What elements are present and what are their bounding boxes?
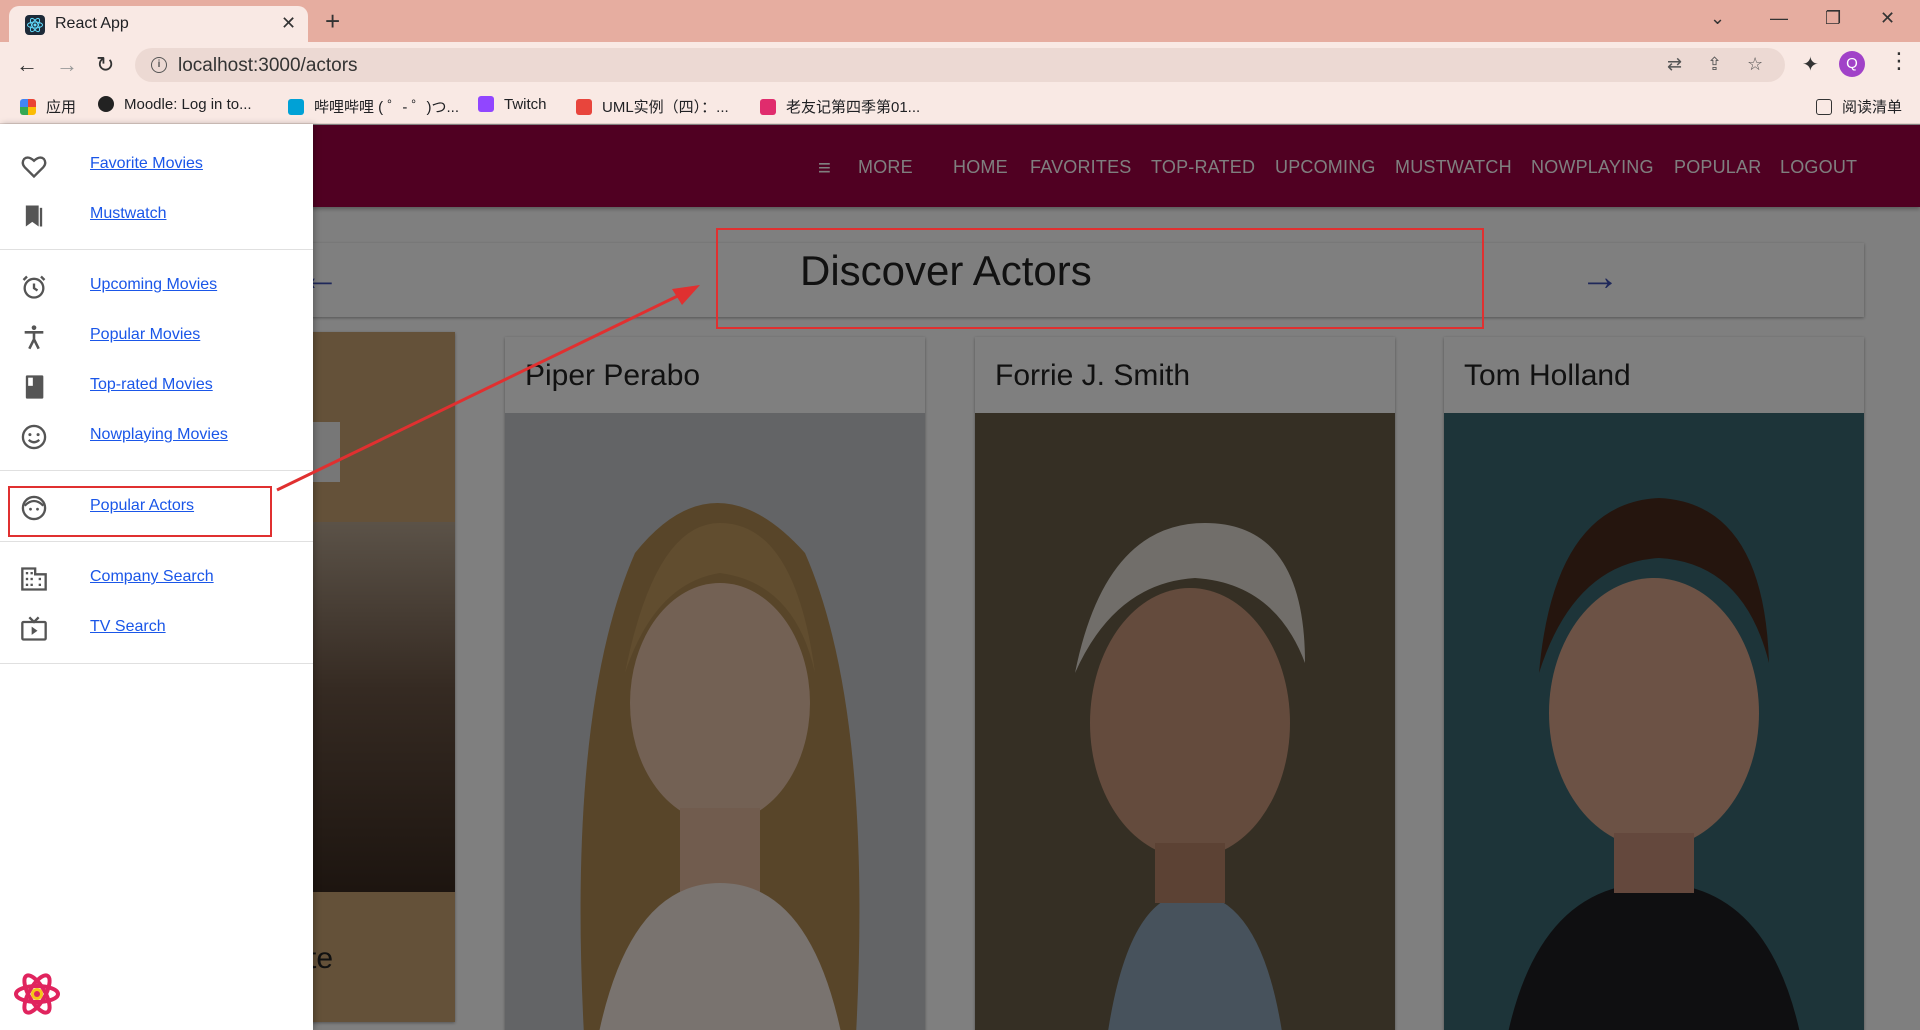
- reading-list-icon: [1815, 99, 1832, 115]
- reading-list[interactable]: 阅读清单: [1815, 96, 1902, 117]
- twitch-icon: [478, 96, 494, 112]
- bookmark-friends[interactable]: 老友记第四季第01...: [760, 96, 920, 117]
- bookmark-uml[interactable]: UML实例（四）：...: [576, 96, 729, 117]
- side-drawer: Favorite Movies Mustwatch Upcoming Movie…: [0, 124, 313, 1030]
- profile-avatar[interactable]: Q: [1839, 51, 1865, 77]
- tab-close-icon[interactable]: ✕: [281, 13, 296, 34]
- drawer-item-mustwatch[interactable]: Mustwatch: [0, 190, 313, 240]
- minimize-icon[interactable]: —: [1770, 8, 1788, 29]
- bookmark-apps[interactable]: 应用: [20, 96, 76, 117]
- drawer-item-label[interactable]: Top-rated Movies: [90, 376, 213, 394]
- drawer-divider: [0, 249, 313, 250]
- building-icon: [20, 565, 48, 593]
- browser-toolbar: ← → ↻ i localhost:3000/actors ⇄ ⇪ ☆: [0, 42, 1920, 88]
- bookmark-bilibili[interactable]: 哔哩哔哩 ( ゜- ゜)つ...: [288, 96, 459, 117]
- drawer-divider: [0, 470, 313, 471]
- drawer-item-popular-movies[interactable]: Popular Movies: [0, 311, 313, 361]
- bookmark-star-icon[interactable]: ☆: [1747, 54, 1763, 75]
- smiley-icon: [20, 423, 48, 451]
- alarm-icon: [20, 273, 48, 301]
- browser-tab[interactable]: React App ✕: [9, 6, 308, 42]
- accessibility-icon: [20, 323, 48, 351]
- drawer-item-label[interactable]: Company Search: [90, 568, 214, 586]
- tv-icon: [20, 615, 48, 643]
- drawer-divider: [0, 541, 313, 542]
- bookmarks-bar: 应用 Moodle: Log in to... 哔哩哔哩 ( ゜- ゜)つ...…: [0, 88, 1920, 124]
- drawer-item-label[interactable]: Mustwatch: [90, 205, 166, 223]
- browser-menu-icon[interactable]: ⋮: [1888, 48, 1910, 74]
- annotation-highlight-box: [8, 486, 272, 537]
- book-icon: [20, 373, 48, 401]
- site-info-icon[interactable]: i: [151, 57, 167, 73]
- forward-icon[interactable]: →: [56, 52, 78, 78]
- drawer-item-label[interactable]: Popular Movies: [90, 326, 200, 344]
- globe-icon: [98, 96, 114, 112]
- tab-title: React App: [55, 15, 129, 32]
- video-site-icon: [760, 99, 776, 115]
- back-icon[interactable]: ←: [16, 52, 38, 78]
- reload-icon[interactable]: ↻: [96, 52, 114, 78]
- drawer-item-label[interactable]: Upcoming Movies: [90, 276, 217, 294]
- tab-search-icon[interactable]: ⌄: [1710, 8, 1725, 29]
- drawer-item-favorite-movies[interactable]: Favorite Movies: [0, 140, 313, 190]
- drawer-item-top-rated-movies[interactable]: Top-rated Movies: [0, 361, 313, 411]
- bookmark-moodle[interactable]: Moodle: Log in to...: [98, 96, 252, 113]
- bookmark-twitch[interactable]: Twitch: [478, 96, 547, 113]
- url-text[interactable]: localhost:3000/actors: [178, 55, 358, 77]
- drawer-item-nowplaying-movies[interactable]: Nowplaying Movies: [0, 411, 313, 461]
- restore-icon[interactable]: ❐: [1825, 8, 1841, 29]
- drawer-divider: [0, 663, 313, 664]
- bilibili-icon: [288, 99, 304, 115]
- bookmark-icon: [20, 202, 48, 230]
- drawer-item-upcoming-movies[interactable]: Upcoming Movies: [0, 261, 313, 311]
- annotation-highlight-box: [716, 228, 1484, 329]
- browser-tab-bar: React App ✕ + ⌄ — ❐ ✕: [0, 0, 1920, 42]
- heart-icon: [20, 152, 48, 180]
- drawer-item-tv-search[interactable]: TV Search: [0, 603, 313, 653]
- close-window-icon[interactable]: ✕: [1880, 8, 1895, 29]
- drawer-item-company-search[interactable]: Company Search: [0, 553, 313, 603]
- translate-icon[interactable]: ⇄: [1667, 54, 1682, 75]
- share-icon[interactable]: ⇪: [1707, 54, 1722, 75]
- drawer-item-label[interactable]: TV Search: [90, 618, 166, 636]
- new-tab-button[interactable]: +: [325, 6, 340, 37]
- address-bar[interactable]: i localhost:3000/actors ⇄ ⇪ ☆: [135, 48, 1785, 82]
- react-logo-icon[interactable]: [12, 969, 62, 1019]
- drawer-item-label[interactable]: Favorite Movies: [90, 155, 203, 173]
- react-favicon-icon: [25, 15, 45, 35]
- extensions-icon[interactable]: ✦: [1802, 52, 1819, 77]
- drawer-item-label[interactable]: Nowplaying Movies: [90, 426, 228, 444]
- apps-grid-icon: [20, 99, 36, 115]
- csdn-icon: [576, 99, 592, 115]
